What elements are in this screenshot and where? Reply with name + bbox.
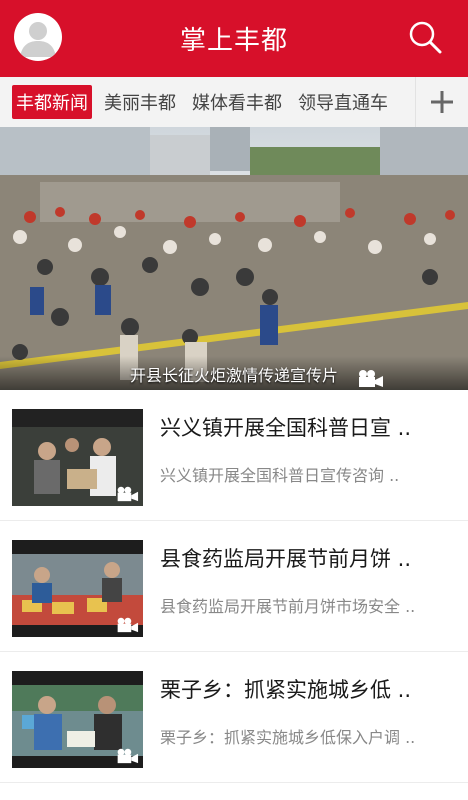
video-camera-icon [117, 486, 139, 502]
app-header: 掌上丰都 [0, 0, 468, 77]
video-camera-icon [356, 368, 384, 390]
news-thumbnail [12, 671, 143, 768]
video-camera-icon [117, 617, 139, 633]
add-tab-button[interactable] [415, 77, 468, 127]
banner-caption-text: 开县长征火炬激情传递宣传片 [129, 366, 338, 385]
banner-caption: 开县长征火炬激情传递宣传片 [0, 356, 468, 390]
featured-banner[interactable]: 开县长征火炬激情传递宣传片 [0, 127, 468, 390]
news-title: 兴义镇开展全国科普日宣 .. [160, 416, 412, 440]
plus-icon [431, 91, 453, 113]
tab-beautiful-fengdu[interactable]: 美丽丰都 [100, 85, 180, 119]
tab-fade [388, 77, 416, 127]
user-avatar-icon[interactable] [14, 13, 62, 61]
video-camera-icon [117, 748, 139, 764]
news-title: 县食药监局开展节前月饼 .. [160, 547, 412, 571]
tab-fengdu-news[interactable]: 丰都新闻 [12, 85, 92, 119]
category-tabs: 丰都新闻 美丽丰都 媒体看丰都 领导直通车 [0, 77, 468, 128]
news-title: 栗子乡：抓紧实施城乡低 .. [160, 678, 412, 702]
news-item[interactable]: 兴义镇开展全国科普日宣 .. 兴义镇开展全国科普日宣传咨询 .. [0, 390, 468, 521]
news-thumbnail [12, 409, 143, 506]
news-list: 兴义镇开展全国科普日宣 .. 兴义镇开展全国科普日宣传咨询 .. 县食药监局开展… [0, 390, 468, 783]
news-summary: 兴义镇开展全国科普日宣传咨询 .. [160, 466, 400, 485]
banner-photo [0, 127, 468, 390]
news-item[interactable]: 栗子乡：抓紧实施城乡低 .. 栗子乡：抓紧实施城乡低保入户调 .. [0, 652, 468, 783]
news-summary: 县食药监局开展节前月饼市场安全 .. [160, 597, 416, 616]
news-item[interactable]: 县食药监局开展节前月饼 .. 县食药监局开展节前月饼市场安全 .. [0, 521, 468, 652]
news-thumbnail [12, 540, 143, 637]
news-summary: 栗子乡：抓紧实施城乡低保入户调 .. [160, 728, 416, 747]
tab-leader-direct[interactable]: 领导直通车 [294, 85, 392, 119]
page-title: 掌上丰都 [179, 26, 288, 56]
search-icon[interactable] [408, 20, 442, 54]
tab-media-fengdu[interactable]: 媒体看丰都 [188, 85, 286, 119]
